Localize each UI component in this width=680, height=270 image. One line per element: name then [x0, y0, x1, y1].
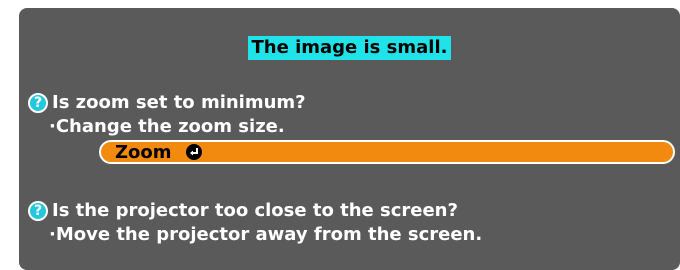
zoom-button[interactable]: Zoom: [99, 140, 675, 164]
question-1-action: ·Change the zoom size.: [49, 116, 285, 137]
question-2-action: ·Move the projector away from the screen…: [49, 224, 483, 245]
help-panel: The image is small. ? Is zoom set to min…: [19, 8, 680, 270]
help-icon: ?: [28, 93, 48, 113]
enter-icon: [185, 144, 202, 160]
zoom-button-label: Zoom: [115, 141, 172, 163]
question-2: ? Is the projector too close to the scre…: [28, 200, 458, 222]
help-title: The image is small.: [247, 36, 452, 60]
question-1: ? Is zoom set to minimum?: [28, 92, 306, 114]
question-2-text: Is the projector too close to the screen…: [52, 200, 458, 221]
help-icon: ?: [28, 201, 48, 221]
question-1-text: Is zoom set to minimum?: [52, 92, 306, 113]
title-wrapper: The image is small.: [19, 36, 680, 60]
